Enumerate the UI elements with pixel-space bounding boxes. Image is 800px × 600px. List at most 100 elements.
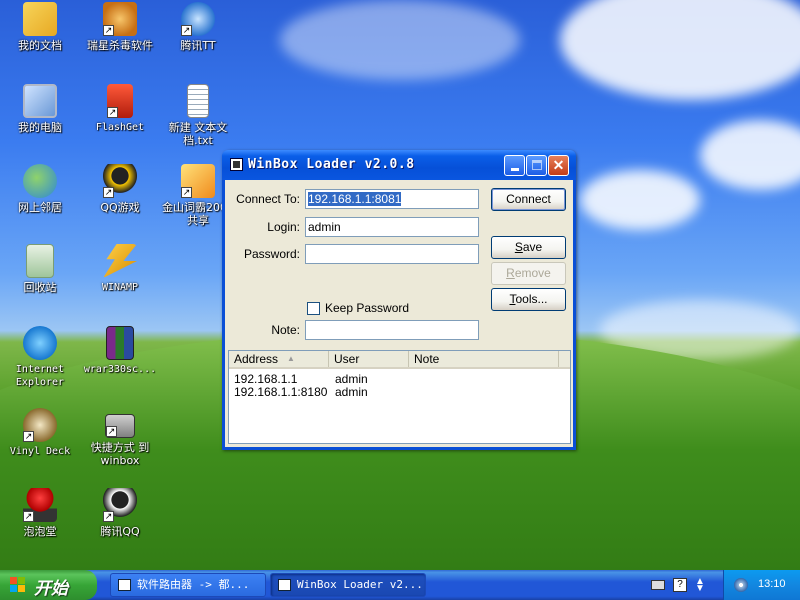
desktop-icon-label: 新建 文本文档.txt xyxy=(168,121,228,147)
desktop-icon-tencent-qq[interactable]: ↗ 腾讯QQ xyxy=(82,488,158,538)
desktop-icon-label: 腾讯QQ xyxy=(100,525,140,538)
tools-button[interactable]: Tools... xyxy=(491,288,566,311)
connect-to-value: 192.168.1.1:8081 xyxy=(308,192,402,206)
desktop-icon-vinyl-deck[interactable]: ↗ Vinyl Deck xyxy=(2,408,78,458)
shortcut-arrow-icon: ↗ xyxy=(181,25,192,36)
desktop-icon-winamp[interactable]: WINAMP xyxy=(82,244,158,294)
connect-to-field[interactable]: 192.168.1.1:8081 xyxy=(305,189,479,209)
desktop-icon-label: 我的文档 xyxy=(18,39,62,52)
close-icon: ✕ xyxy=(552,157,565,173)
recycle-bin-icon xyxy=(26,244,54,278)
saved-routers-list[interactable]: Address ▲ User Note 192.168.1.1 admin 19… xyxy=(228,350,571,444)
shortcut-arrow-icon: ↗ xyxy=(23,431,34,442)
connect-button[interactable]: Connect xyxy=(491,188,566,211)
desktop-icon-recycle-bin[interactable]: 回收站 xyxy=(2,244,78,294)
desktop-icon-label: QQ游戏 xyxy=(100,201,140,214)
keep-password-checkbox[interactable] xyxy=(307,302,320,315)
maximize-icon xyxy=(531,160,542,170)
column-header-user[interactable]: User xyxy=(329,351,409,367)
note-field[interactable] xyxy=(305,320,479,340)
desktop-icon-network-places[interactable]: 网上邻居 xyxy=(2,164,78,214)
scroll-arrows-icon[interactable]: ▲ ▼ xyxy=(695,577,707,594)
close-button[interactable]: ✕ xyxy=(548,155,569,176)
list-item[interactable]: 192.168.1.1:8180 admin xyxy=(229,386,570,399)
desktop-icon-tencent-tt[interactable]: ↗ 腾讯TT xyxy=(160,2,236,52)
window-icon xyxy=(118,579,131,591)
shortcut-arrow-icon: ↗ xyxy=(103,511,114,522)
connect-to-label: Connect To: xyxy=(236,192,300,206)
window-title: WinBox Loader v2.0.8 xyxy=(248,157,415,172)
bnb-game-icon: ↗ xyxy=(23,488,57,522)
desktop-icon-my-documents[interactable]: 我的文档 xyxy=(2,2,78,52)
desktop-icon-label: FlashGet xyxy=(95,122,145,133)
desktop-icon-label: 网上邻居 xyxy=(18,201,62,214)
windows-logo-icon xyxy=(10,577,26,593)
shortcut-arrow-icon: ↗ xyxy=(181,187,192,198)
cloud xyxy=(560,0,800,100)
desktop-icon-label: 回收站 xyxy=(23,281,57,294)
desktop-icon-label: 快捷方式 到 winbox xyxy=(90,441,150,467)
taskbar-item-label: 软件路由器 -> 都... xyxy=(137,578,250,591)
tencent-qq-icon: ↗ xyxy=(103,488,137,522)
my-computer-icon xyxy=(23,84,57,118)
desktop-icon-label: Vinyl Deck xyxy=(9,446,71,457)
minimize-button[interactable] xyxy=(504,155,525,176)
login-field[interactable]: admin xyxy=(305,217,479,237)
shortcut-arrow-icon: ↗ xyxy=(23,511,34,522)
taskbar-item-winbox[interactable]: WinBox Loader v2... xyxy=(270,573,426,597)
desktop-icon-rising-antivirus[interactable]: ↗ 瑞星杀毒软件 xyxy=(82,2,158,52)
taskbar: 开始 软件路由器 -> 都... WinBox Loader v2... ? ▲… xyxy=(0,570,800,600)
qq-game-icon: ↗ xyxy=(103,164,137,198)
desktop-icon-label: 腾讯TT xyxy=(180,39,216,52)
cloud xyxy=(580,170,700,230)
maximize-button[interactable] xyxy=(526,155,547,176)
minimize-icon xyxy=(510,168,519,171)
cloud xyxy=(700,120,800,190)
sort-ascending-icon: ▲ xyxy=(287,354,295,363)
flashget-icon: ↗ xyxy=(107,84,133,118)
desktop-icon-my-computer[interactable]: 我的电脑 xyxy=(2,84,78,134)
shortcut-arrow-icon: ↗ xyxy=(103,187,114,198)
column-header-label: Address xyxy=(234,352,279,366)
help-icon[interactable]: ? xyxy=(673,578,687,592)
keyboard-icon[interactable] xyxy=(651,580,665,590)
desktop-icon-bnb-game[interactable]: ↗ 泡泡堂 xyxy=(2,488,78,538)
save-button[interactable]: Save xyxy=(491,236,566,259)
vinyl-deck-icon: ↗ xyxy=(23,408,57,442)
shortcut-arrow-icon: ↗ xyxy=(106,426,117,437)
winamp-icon xyxy=(103,244,137,278)
system-tray: 13:10 xyxy=(723,570,800,600)
password-field[interactable] xyxy=(305,244,479,264)
shortcut-arrow-icon: ↗ xyxy=(103,25,114,36)
desktop-icon-label: wrar330sc... xyxy=(83,364,157,375)
winbox-app-icon xyxy=(278,579,291,591)
desktop-icon-internet-explorer[interactable]: Internet Explorer xyxy=(2,326,78,389)
network-places-icon xyxy=(23,164,57,198)
desktop-icon-winrar[interactable]: wrar330sc... xyxy=(82,326,158,376)
remove-button: Remove xyxy=(491,262,566,285)
column-header-address[interactable]: Address ▲ xyxy=(229,351,329,367)
winbox-loader-window: WinBox Loader v2.0.8 ✕ Connect To: 192.1… xyxy=(222,150,576,450)
column-header-label: User xyxy=(334,352,360,366)
note-label: Note: xyxy=(271,323,300,337)
internet-explorer-icon xyxy=(23,326,57,360)
winbox-app-icon[interactable] xyxy=(230,158,243,171)
desktop-icon-label: Internet Explorer xyxy=(15,364,65,388)
keep-password-label[interactable]: Keep Password xyxy=(325,301,409,315)
title-bar[interactable]: WinBox Loader v2.0.8 ✕ xyxy=(222,150,576,180)
start-label: 开始 xyxy=(34,579,68,599)
clock[interactable]: 13:10 xyxy=(758,578,786,590)
desktop-icon-label: 瑞星杀毒软件 xyxy=(87,39,153,52)
start-button[interactable]: 开始 xyxy=(0,570,97,600)
desktop-icon-flashget[interactable]: ↗ FlashGet xyxy=(82,84,158,134)
desktop-icon-label: WINAMP xyxy=(101,282,139,293)
desktop-icon-text-document[interactable]: 新建 文本文档.txt xyxy=(160,84,236,147)
column-header-note[interactable]: Note xyxy=(409,351,559,367)
winrar-icon xyxy=(106,326,134,360)
network-status-icon[interactable] xyxy=(734,578,748,592)
column-header-label: Note xyxy=(414,352,440,366)
taskbar-item-label: WinBox Loader v2... xyxy=(297,578,423,591)
taskbar-item-router-software[interactable]: 软件路由器 -> 都... xyxy=(110,573,266,597)
desktop-icon-qq-game[interactable]: ↗ QQ游戏 xyxy=(82,164,158,214)
desktop-icon-winbox-shortcut[interactable]: ↗ 快捷方式 到 winbox xyxy=(82,408,158,467)
